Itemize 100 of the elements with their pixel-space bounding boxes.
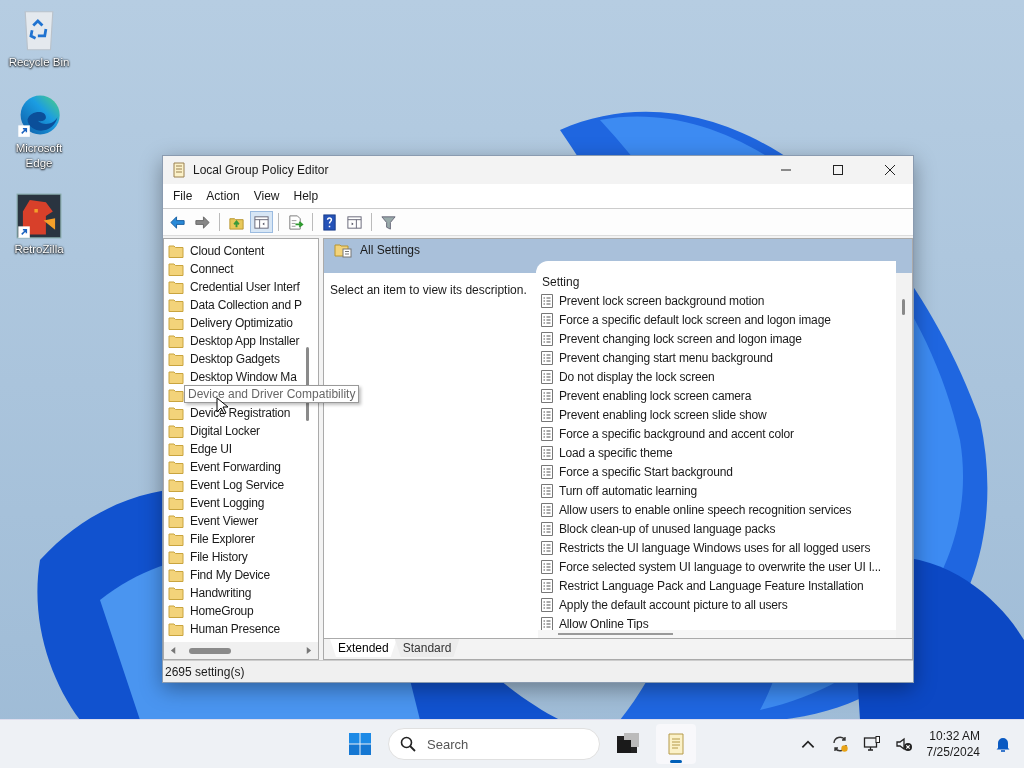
setting-item[interactable]: Allow Online Tips <box>559 616 649 631</box>
setting-item[interactable]: Force selected system UI language to overwrite the user UI l... <box>559 559 882 574</box>
setting-item[interactable]: Force a specific background and accent color <box>559 426 794 441</box>
setting-item[interactable]: Prevent enabling lock screen slide show <box>559 407 767 422</box>
sync-icon[interactable] <box>830 735 849 753</box>
forward-arrow-icon <box>194 213 211 231</box>
policy-setting-icon <box>540 539 554 556</box>
policy-setting-icon <box>540 501 554 518</box>
dragon-icon <box>16 193 62 239</box>
horizontal-scrollbar[interactable] <box>164 642 318 659</box>
tree-item[interactable]: Edge UI <box>190 442 232 456</box>
setting-item[interactable]: Do not display the lock screen <box>559 369 715 384</box>
setting-item[interactable]: Prevent changing start menu background <box>559 350 773 365</box>
policy-setting-icon <box>540 425 554 442</box>
menu-item[interactable]: View <box>246 186 287 206</box>
horizontal-scrollbar[interactable] <box>538 630 896 638</box>
folder-icon <box>168 280 184 294</box>
back-arrow-icon <box>169 213 186 231</box>
tree-item[interactable]: Connect <box>190 262 234 276</box>
setting-item[interactable]: Force a specific Start background <box>559 464 733 479</box>
tree-item[interactable]: Handwriting <box>190 586 252 600</box>
policy-setting-icon <box>540 406 554 423</box>
tree-item[interactable]: Credential User Interf <box>190 280 300 294</box>
folder-icon <box>168 478 184 492</box>
settings-folder-icon <box>334 242 352 258</box>
tooltip: Device and Driver Compatibility <box>184 385 360 403</box>
scrollbar-thumb[interactable] <box>189 647 231 654</box>
menu-item[interactable]: Help <box>286 186 326 206</box>
folder-icon <box>168 424 184 438</box>
folder-icon <box>168 514 184 528</box>
tree-item[interactable]: Delivery Optimizatio <box>190 316 293 330</box>
column-header[interactable]: Setting <box>542 275 580 289</box>
policy-setting-icon <box>540 292 554 309</box>
bell-icon[interactable] <box>994 735 1012 753</box>
policy-editor-app-icon[interactable] <box>656 724 696 764</box>
setting-item[interactable]: Force a specific default lock screen and logon image <box>559 312 831 327</box>
tree-item[interactable]: Event Log Service <box>190 478 284 492</box>
tree-item[interactable]: Event Logging <box>190 496 265 510</box>
folder-icon <box>168 460 184 474</box>
setting-item[interactable]: Apply the default account picture to all users <box>559 597 788 612</box>
setting-item[interactable]: Block clean-up of unused language packs <box>559 521 776 536</box>
filter-icon <box>380 213 397 231</box>
toolbar-button[interactable] <box>250 211 273 233</box>
help-icon <box>321 213 338 231</box>
tree-item[interactable]: File Explorer <box>190 532 255 546</box>
search-icon <box>400 736 416 752</box>
tree-item[interactable]: Desktop Gadgets <box>190 352 280 366</box>
policy-setting-icon <box>540 596 554 613</box>
vertical-scrollbar[interactable] <box>896 273 912 638</box>
folder-icon <box>168 442 184 456</box>
folder-icon <box>168 352 184 366</box>
tree-item[interactable]: Human Presence <box>190 622 280 636</box>
menu-item[interactable]: File <box>166 186 200 206</box>
folder-icon <box>168 496 184 510</box>
setting-item[interactable]: Prevent lock screen background motion <box>559 293 765 308</box>
policy-setting-icon <box>540 520 554 537</box>
tree-item[interactable]: HomeGroup <box>190 604 254 618</box>
setting-item[interactable]: Prevent changing lock screen and logon image <box>559 331 802 346</box>
clock[interactable]: 10:32 AM 7/25/2024 <box>926 728 980 760</box>
setting-item[interactable]: Restrict Language Pack and Language Feature Installation <box>559 578 864 593</box>
scroll-left-icon[interactable] <box>170 647 177 654</box>
monitor-icon[interactable] <box>862 735 881 753</box>
setting-item[interactable]: Restricts the UI language Windows uses for all logged users <box>559 540 871 555</box>
search-field[interactable]: Search <box>388 728 600 760</box>
tree-item[interactable]: Digital Locker <box>190 424 260 438</box>
tree-item[interactable]: Cloud Content <box>190 244 265 258</box>
folder-icon <box>168 604 184 618</box>
setting-item[interactable]: Load a specific theme <box>559 445 673 460</box>
folder-icon <box>168 550 184 564</box>
setting-item[interactable]: Turn off automatic learning <box>559 483 698 498</box>
policy-setting-icon <box>540 463 554 480</box>
setting-item[interactable]: Allow users to enable online speech recognition services <box>559 502 852 517</box>
tree-item[interactable]: Event Forwarding <box>190 460 281 474</box>
view-tab[interactable]: Standard <box>394 639 460 657</box>
status-text: 2695 setting(s) <box>165 664 245 679</box>
tree-item[interactable]: Desktop App Installer <box>190 334 300 348</box>
policy-setting-icon <box>540 330 554 347</box>
folder-icon <box>168 298 184 312</box>
scroll-right-icon[interactable] <box>305 647 312 654</box>
tree-item[interactable]: Data Collection and P <box>190 298 302 312</box>
action-pane-icon <box>346 213 363 231</box>
maximize-icon <box>832 164 844 176</box>
description-text: Select an item to view its description. <box>330 283 527 297</box>
folder-icon <box>168 244 184 258</box>
tree-item[interactable]: File History <box>190 550 248 564</box>
folder-icon <box>168 406 184 420</box>
speaker-muted-icon[interactable] <box>894 735 913 753</box>
window-title: Local Group Policy Editor <box>193 163 330 177</box>
menu-item[interactable]: Action <box>199 186 247 206</box>
close-icon <box>884 164 896 176</box>
policy-setting-icon <box>540 368 554 385</box>
folder-icon <box>168 586 184 600</box>
folder-icon <box>168 622 184 636</box>
tree-item[interactable]: Event Viewer <box>190 514 259 528</box>
setting-item[interactable]: Prevent enabling lock screen camera <box>559 388 752 403</box>
policy-setting-icon <box>540 558 554 575</box>
view-tab[interactable]: Extended <box>330 639 397 657</box>
tree-item[interactable]: Find My Device <box>190 568 270 582</box>
tree-item[interactable]: Desktop Window Ma <box>190 370 297 384</box>
folder-icon <box>168 532 184 546</box>
